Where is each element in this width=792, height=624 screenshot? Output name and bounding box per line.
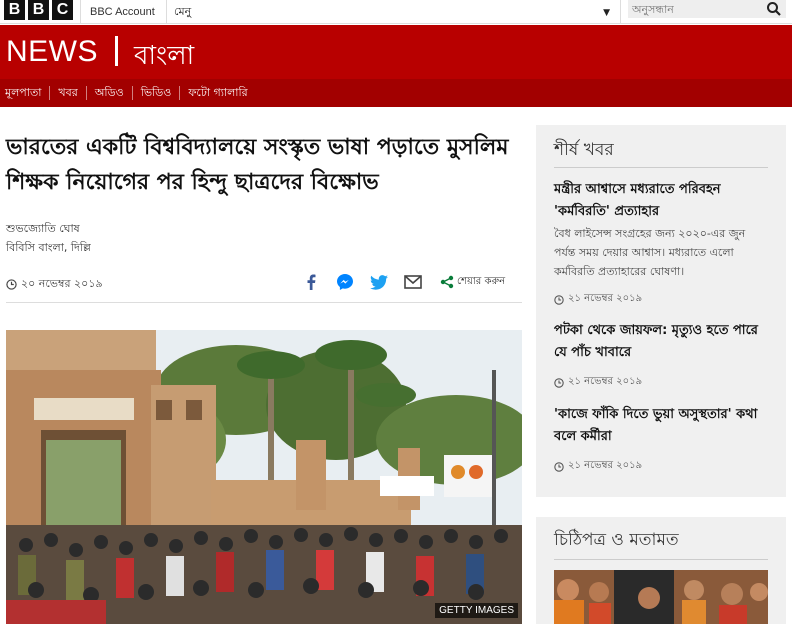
account-label: BBC Account bbox=[90, 6, 155, 18]
story-summary: বৈধ লাইসেন্স সংগ্রহের জন্য ২০২০-এর জুন প… bbox=[554, 227, 746, 278]
news-logo[interactable]: NEWS bbox=[6, 35, 98, 69]
story-date: ২১ নভেম্বর ২০১৯ bbox=[554, 458, 770, 475]
share-button[interactable]: শেয়ার করুন bbox=[440, 274, 505, 291]
search-icon bbox=[767, 2, 781, 16]
story-date: ২১ নভেম্বর ২০১৯ bbox=[554, 291, 770, 308]
messenger-icon bbox=[337, 274, 353, 290]
nav-item-video[interactable]: ভিডিও bbox=[131, 86, 180, 100]
protest-photo-illustration bbox=[6, 330, 522, 624]
story-headline[interactable]: মন্ত্রীর আশ্বাসে মধ্যরাতে পরিবহন 'কর্মবি… bbox=[554, 179, 770, 223]
clock-icon bbox=[6, 279, 17, 290]
bbc-logo-letter: C bbox=[52, 0, 73, 20]
divider bbox=[554, 559, 768, 560]
messenger-share-button[interactable] bbox=[334, 272, 356, 292]
article-date: ২০ নভেম্বর ২০১৯ bbox=[6, 275, 103, 294]
facebook-share-button[interactable] bbox=[300, 272, 322, 292]
main-nav: মূলপাতা খবর অডিও ভিডিও ফটো গ্যালারি bbox=[0, 79, 792, 107]
share-label: শেয়ার করুন bbox=[457, 275, 506, 287]
photo-credit: GETTY IMAGES bbox=[435, 603, 518, 618]
author-name: শুভজ্যোতি ঘোষ bbox=[6, 222, 80, 235]
nav-item-news[interactable]: খবর bbox=[49, 86, 85, 100]
letters-opinion-panel: চিঠিপত্র ও মতামত bbox=[536, 517, 786, 624]
clock-icon bbox=[554, 294, 564, 305]
top-stories-title: শীর্ষ খবর bbox=[554, 140, 614, 160]
top-story-item[interactable]: পটকা থেকে জায়ফল: মৃত্যুও হতে পারে যে পা… bbox=[554, 320, 770, 391]
nav-item-home[interactable]: মূলপাতা bbox=[0, 86, 49, 100]
story-date-text: ২১ নভেম্বর ২০১৯ bbox=[568, 293, 643, 304]
news-header: NEWS বাংলা bbox=[0, 25, 792, 79]
crowd-photo-illustration bbox=[554, 570, 768, 624]
clock-icon bbox=[554, 461, 564, 472]
email-share-button[interactable] bbox=[402, 272, 424, 292]
menu-label: মেনু bbox=[174, 4, 192, 18]
bbc-logo-letter: B bbox=[28, 0, 49, 20]
clock-icon bbox=[554, 377, 564, 388]
story-headline[interactable]: পটকা থেকে জায়ফল: মৃত্যুও হতে পারে যে পা… bbox=[554, 320, 770, 364]
nav-item-audio[interactable]: অডিও bbox=[85, 86, 132, 100]
logo-divider bbox=[115, 36, 118, 66]
share-tools: শেয়ার করুন bbox=[300, 272, 505, 292]
bbc-logo-letter: B bbox=[4, 0, 25, 20]
bbc-top-bar: B B C BBC Account মেনু ▼ bbox=[0, 0, 792, 24]
letters-opinion-title: চিঠিপত্র ও মতামত bbox=[554, 530, 679, 550]
article-date-text: ২০ নভেম্বর ২০১৯ bbox=[21, 277, 103, 290]
author-organization: বিবিসি বাংলা, দিল্লি bbox=[6, 241, 91, 254]
share-icon bbox=[440, 275, 454, 289]
bbc-account-link[interactable]: BBC Account bbox=[80, 0, 155, 24]
top-story-item[interactable]: মন্ত্রীর আশ্বাসে মধ্যরাতে পরিবহন 'কর্মবি… bbox=[554, 179, 770, 308]
story-date: ২১ নভেম্বর ২০১৯ bbox=[554, 374, 770, 391]
twitter-icon bbox=[370, 274, 388, 290]
bbc-logo[interactable]: B B C bbox=[4, 0, 73, 20]
search-button[interactable] bbox=[766, 1, 782, 17]
divider bbox=[620, 0, 621, 24]
envelope-icon bbox=[404, 275, 422, 289]
chevron-down-icon: ▼ bbox=[603, 8, 610, 18]
story-headline[interactable]: 'কাজে ফাঁকি দিতে ভুয়া অসুস্থতার' কথা বল… bbox=[554, 404, 770, 448]
facebook-icon bbox=[307, 274, 316, 290]
letters-opinion-photo[interactable] bbox=[554, 570, 768, 624]
search-input[interactable] bbox=[628, 0, 758, 18]
twitter-share-button[interactable] bbox=[368, 272, 390, 292]
top-story-item[interactable]: 'কাজে ফাঁকি দিতে ভুয়া অসুস্থতার' কথা বল… bbox=[554, 404, 770, 475]
story-date-text: ২১ নভেম্বর ২০১৯ bbox=[568, 376, 643, 387]
nav-item-photo-gallery[interactable]: ফটো গ্যালারি bbox=[179, 86, 255, 100]
article-photo: GETTY IMAGES bbox=[6, 330, 522, 624]
article-headline: ভারতের একটি বিশ্ববিদ্যালয়ে সংস্কৃত ভাষা… bbox=[6, 135, 509, 195]
top-stories-panel: শীর্ষ খবর মন্ত্রীর আশ্বাসে মধ্যরাতে পরিব… bbox=[536, 125, 786, 497]
menu-dropdown[interactable]: মেনু ▼ bbox=[174, 0, 618, 24]
search-box bbox=[628, 0, 786, 18]
divider bbox=[166, 0, 167, 24]
divider bbox=[6, 302, 522, 303]
story-date-text: ২১ নভেম্বর ২০১৯ bbox=[568, 460, 643, 471]
service-logo[interactable]: বাংলা bbox=[134, 35, 194, 79]
divider bbox=[554, 167, 768, 168]
